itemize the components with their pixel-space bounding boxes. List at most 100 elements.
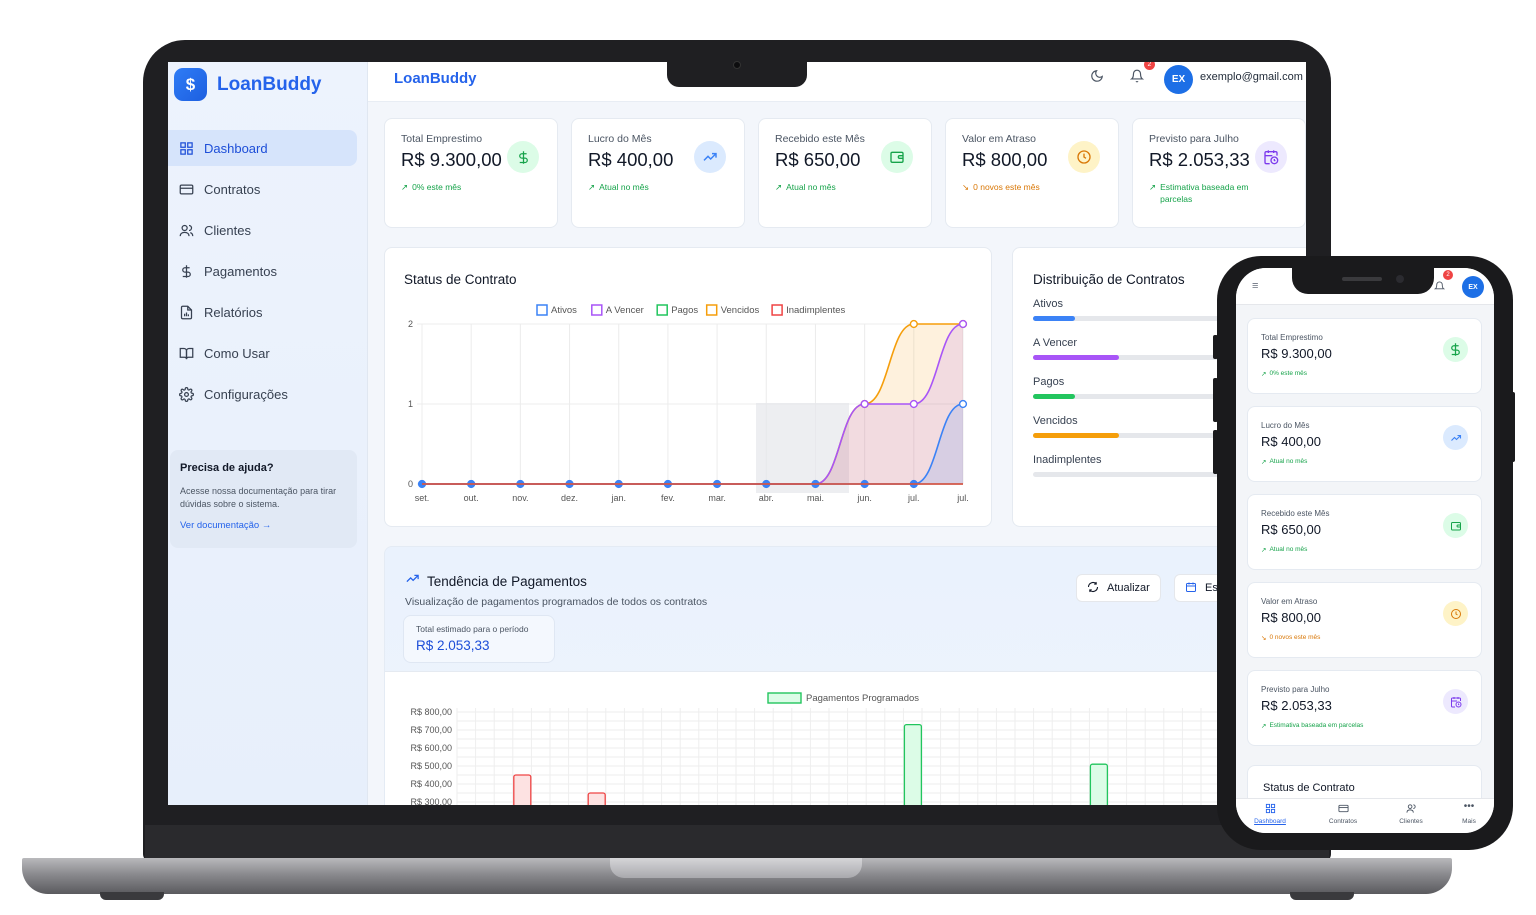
clock-icon [1068, 141, 1100, 173]
x-tick-label: abr. [759, 493, 774, 503]
mobile-stat-trend-text: 0% este mês [1269, 370, 1308, 377]
topbar-title: LoanBuddy [394, 70, 477, 87]
mobile-bell-icon[interactable] [1433, 279, 1446, 297]
mobile-stat-title: Lucro do Mês [1261, 421, 1310, 430]
help-box: Precisa de ajuda? Acesse nossa documenta… [170, 450, 357, 548]
logo-icon: $ [174, 68, 207, 101]
camera [733, 61, 741, 69]
mobile-stat-card: Total Emprestimo R$ 9.300,00 ↗ 0% este mês [1247, 318, 1482, 394]
trending-up-icon [694, 141, 726, 173]
trend-header: Tendência de Pagamentos [405, 571, 587, 591]
menu-icon[interactable]: ≡ [1252, 280, 1258, 292]
sidebar-item-relatorios[interactable]: Relatórios [168, 294, 357, 330]
more-icon: ••• [1463, 801, 1475, 812]
stat-trend-text: Atual no mês [599, 182, 649, 192]
x-tick-label: fev. [661, 493, 675, 503]
sidebar: $ LoanBuddy Dashboard Contratos Clientes Pa… [168, 62, 368, 805]
brand[interactable]: $ LoanBuddy [174, 68, 322, 101]
x-tick-label: nov. [512, 493, 528, 503]
mobile-stat-value: R$ 800,00 [1261, 610, 1321, 625]
distribution-bar [1033, 433, 1119, 438]
payment-bar [587, 792, 606, 805]
grid-icon [1240, 803, 1300, 816]
trend-card: Tendência de Pagamentos Visualização de … [384, 546, 1306, 805]
trend-subtitle: Visualização de pagamentos programados d… [405, 596, 708, 608]
tab-mais[interactable]: ••• Mais [1439, 801, 1494, 826]
users-icon [178, 222, 194, 238]
trend-arrow-icon: ↘ [962, 182, 970, 192]
legend-item: Inadimplentes [771, 304, 845, 316]
sidebar-item-label: Dashboard [204, 140, 268, 156]
trend-arrow-icon: ↗ [1261, 547, 1267, 554]
sidebar-item-clientes[interactable]: Clientes [168, 212, 357, 248]
calendar-icon [1185, 581, 1197, 596]
trend-arrow-icon: ↗ [1261, 459, 1267, 466]
sidebar-item-label: Como Usar [204, 345, 270, 361]
refresh-button[interactable]: Atualizar [1076, 574, 1161, 602]
estimated-total-label: Total estimado para o período [416, 624, 529, 634]
trend-arrow-icon: ↘ [1261, 635, 1267, 642]
mobile-stat-value: R$ 400,00 [1261, 434, 1321, 449]
y-tick-label: R$ 500,00 [410, 761, 452, 771]
mobile-avatar[interactable]: EX [1462, 276, 1484, 298]
tab-clientes[interactable]: Clientes [1381, 803, 1441, 825]
stat-trend-text: Atual no mês [786, 182, 836, 192]
card-icon [178, 181, 194, 197]
bell-icon[interactable] [1129, 69, 1145, 88]
moon-icon[interactable] [1090, 69, 1104, 88]
mobile-stat-title: Recebido este Mês [1261, 509, 1330, 518]
trend-arrow-icon: ↗ [1261, 723, 1267, 730]
trending-up-icon [405, 571, 420, 591]
help-text: Acesse nossa documentação para tirar dúv… [180, 486, 337, 509]
legend-item: Ativos [536, 304, 577, 316]
sidebar-item-pagamentos[interactable]: Pagamentos [168, 253, 357, 289]
y-tick-label: R$ 800,00 [410, 707, 452, 717]
laptop-groove [610, 858, 862, 878]
status-chart-card: Status de Contrato 0 1 2 set. out. nov. dez. ja… [384, 247, 992, 527]
stat-trend: ↗ Estimativa baseada em parcelas [1149, 181, 1289, 205]
y-tick-label: 2 [408, 319, 413, 329]
user-email[interactable]: exemplo@gmail.com [1200, 71, 1303, 83]
sidebar-item-configuracoes[interactable]: Configurações [168, 376, 357, 412]
data-point [958, 399, 968, 409]
users-icon [1381, 803, 1441, 816]
payment-bar [903, 723, 923, 805]
x-tick-label: out. [464, 493, 479, 503]
refresh-icon [1087, 581, 1099, 596]
x-tick-label: mar. [708, 493, 726, 503]
sidebar-item-como-usar[interactable]: Como Usar [168, 335, 357, 371]
notification-badge: 2 [1144, 62, 1155, 70]
report-icon [178, 304, 194, 320]
grid-icon [178, 140, 194, 156]
avatar[interactable]: EX [1164, 65, 1193, 94]
dollar-icon [1443, 337, 1468, 362]
y-tick-label: R$ 600,00 [410, 743, 452, 753]
legend-label: Inadimplentes [786, 305, 845, 316]
x-tick-label: jan. [610, 493, 626, 503]
tab-dashboard-label: Dashboard [1254, 818, 1286, 825]
tab-dashboard[interactable]: Dashboard [1240, 803, 1300, 825]
mobile-stat-card: Recebido este Mês R$ 650,00 ↗ Atual no mês [1247, 494, 1482, 570]
sidebar-item-dashboard[interactable]: Dashboard [168, 130, 357, 166]
trend-arrow-icon: ↗ [1149, 182, 1157, 192]
mobile-stat-trend: ↗ Estimativa baseada em parcelas [1261, 722, 1468, 730]
stat-trend: ↗ Atual no mês [588, 181, 728, 193]
sidebar-item-contratos[interactable]: Contratos [168, 171, 357, 207]
payment-bar [1089, 763, 1109, 805]
documentation-link[interactable]: Ver documentação → [180, 520, 347, 531]
mobile-stat-trend: ↗ Atual no mês [1261, 458, 1468, 466]
mobile-stat-value: R$ 650,00 [1261, 522, 1321, 537]
topbar: LoanBuddy 2 EX exemplo@gmail.com [368, 62, 1306, 102]
legend-swatch [705, 304, 718, 316]
mobile-stat-trend-text: 0 novos este mês [1269, 634, 1321, 641]
mobile-stat-value: R$ 9.300,00 [1261, 346, 1332, 361]
mobile-stat-trend-text: Estimativa baseada em parcelas [1269, 722, 1364, 729]
legend-swatch [656, 304, 668, 316]
laptop-chin [145, 825, 1329, 859]
tab-contratos[interactable]: Contratos [1313, 803, 1373, 825]
legend-swatch [771, 304, 783, 316]
mobile-stat-card: Lucro do Mês R$ 400,00 ↗ Atual no mês [1247, 406, 1482, 482]
stat-trend-text: 0 novos este mês [973, 182, 1040, 192]
mobile-stat-trend-text: Atual no mês [1269, 458, 1308, 465]
sidebar-nav: Dashboard Contratos Clientes Pagamentos Rela… [168, 130, 368, 417]
